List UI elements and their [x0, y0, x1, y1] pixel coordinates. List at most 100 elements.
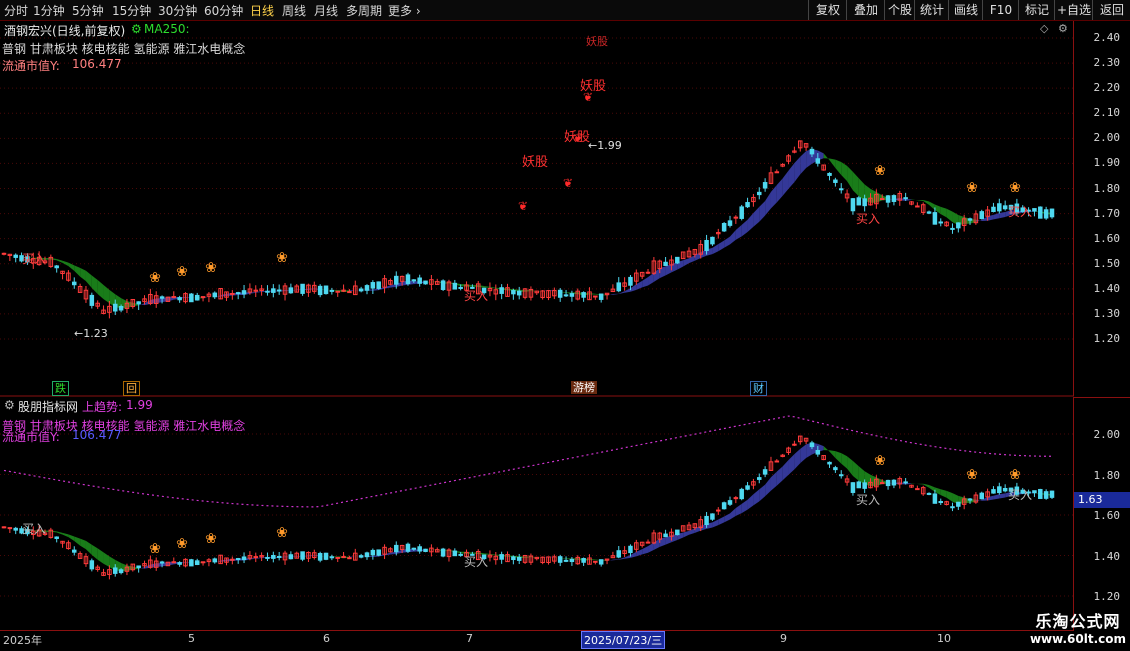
sub-candle — [8, 527, 12, 533]
ribbon-segment — [835, 160, 841, 175]
sub-candle — [781, 454, 785, 457]
sub-candle — [535, 557, 539, 561]
candle — [1044, 207, 1048, 220]
candle — [61, 271, 65, 280]
candle-body — [242, 291, 246, 294]
ribbon-segment — [917, 200, 923, 201]
ribbon-segment — [800, 151, 806, 174]
candle-body — [880, 483, 884, 484]
period-tab[interactable]: 30分钟 — [158, 2, 197, 19]
candle-body — [406, 275, 410, 284]
mark-button[interactable]: 标记 — [1018, 0, 1055, 20]
candle-body — [453, 283, 457, 289]
candle — [1033, 208, 1037, 216]
sub-candle — [717, 507, 721, 515]
sub-candle — [336, 557, 340, 562]
candle-body — [178, 298, 182, 300]
sub-candle — [558, 555, 562, 566]
event-tag[interactable]: 财 — [750, 381, 767, 396]
sub-candle — [318, 552, 322, 563]
sub-candle — [886, 480, 890, 490]
candle-body — [172, 297, 176, 298]
sub-candle — [992, 486, 996, 494]
candle-body — [998, 204, 1002, 211]
sub-ribbon-segment — [789, 454, 795, 475]
draw-button[interactable]: 画线 — [948, 0, 983, 20]
candle-body — [570, 294, 574, 297]
y-tick: 1.60 — [1094, 232, 1121, 245]
period-tab[interactable]: 多周期 — [346, 2, 382, 19]
gear-icon[interactable]: ⚙ — [4, 398, 15, 412]
ribbon-segment — [736, 225, 742, 240]
stock-button[interactable]: 个股 — [884, 0, 915, 20]
candle-body — [2, 253, 6, 254]
period-tab[interactable]: 60分钟 — [204, 2, 243, 19]
candle-body — [705, 240, 709, 250]
sub-candle — [178, 561, 182, 567]
event-tag[interactable]: 游榜 — [571, 381, 597, 394]
candle-body — [629, 277, 633, 285]
period-tab[interactable]: 分时 — [4, 2, 28, 19]
more-periods-tab[interactable]: 更多 › — [388, 2, 421, 19]
candle — [406, 273, 410, 286]
sub-candle — [313, 550, 317, 560]
period-tab[interactable]: 1分钟 — [33, 2, 65, 19]
candle-body — [810, 443, 814, 447]
sub-ribbon-segment — [871, 475, 877, 486]
event-tag[interactable]: 回 — [123, 381, 140, 396]
period-tab[interactable]: 15分钟 — [112, 2, 151, 19]
sub-candle — [711, 513, 715, 521]
event-tag[interactable]: 跌 — [52, 381, 69, 396]
y-tick: 1.20 — [1094, 332, 1121, 345]
candle-body — [816, 159, 820, 163]
candle-body — [301, 552, 305, 559]
candle — [8, 254, 12, 261]
sub-candle — [681, 526, 685, 532]
y-tick: 2.40 — [1094, 31, 1121, 44]
sub-candle — [921, 486, 925, 496]
ribbon-segment — [871, 189, 877, 203]
ribbon-segment — [777, 178, 783, 202]
sub-ribbon-segment — [759, 485, 765, 502]
add-watchlist-button[interactable]: +自选 — [1054, 0, 1093, 20]
candle-body — [857, 198, 861, 205]
candle — [424, 281, 428, 285]
candle — [90, 293, 94, 309]
sub-ribbon-segment — [830, 450, 836, 458]
candle-body — [201, 562, 205, 563]
period-tab[interactable]: 5分钟 — [72, 2, 104, 19]
kline-chart[interactable]: ❀❀❀❀❀❀❀❀❀❀❀❀❀❀❦❦❦❦ — [0, 21, 1074, 630]
overlay-button[interactable]: 叠加 — [846, 0, 885, 20]
sub-candle — [798, 436, 802, 445]
candle-body — [137, 302, 141, 304]
candle-body — [880, 199, 884, 200]
candle — [623, 277, 627, 290]
f10-button[interactable]: F10 — [982, 0, 1019, 20]
gear-icon[interactable]: ⚙ — [131, 22, 142, 36]
sub-candle — [354, 549, 358, 560]
diamond-icon[interactable]: ◇ — [1040, 22, 1048, 35]
back-button[interactable]: 返回 — [1092, 0, 1130, 20]
candle-body — [839, 475, 843, 476]
sub-ribbon-segment — [98, 548, 104, 563]
candle-body — [14, 528, 18, 530]
sub-candle — [740, 488, 744, 500]
candle-body — [395, 545, 399, 551]
period-tab[interactable]: 月线 — [314, 2, 338, 19]
adjust-button[interactable]: 复权 — [808, 0, 847, 20]
period-tab[interactable]: 周线 — [282, 2, 306, 19]
period-tab-active[interactable]: 日线 — [250, 2, 274, 19]
ribbon-segment — [941, 207, 947, 217]
candle — [980, 210, 984, 220]
sub-candle — [793, 441, 797, 446]
ribbon-segment — [625, 288, 631, 293]
sub-ribbon-segment — [625, 555, 631, 559]
candle-body — [933, 494, 937, 503]
candle-body — [137, 566, 141, 568]
candle — [664, 257, 668, 266]
candle-body — [119, 570, 123, 573]
candle-body — [629, 546, 633, 552]
sub-candle — [1044, 489, 1048, 500]
settings-icon[interactable]: ⚙ — [1058, 22, 1068, 35]
stats-button[interactable]: 统计 — [914, 0, 949, 20]
